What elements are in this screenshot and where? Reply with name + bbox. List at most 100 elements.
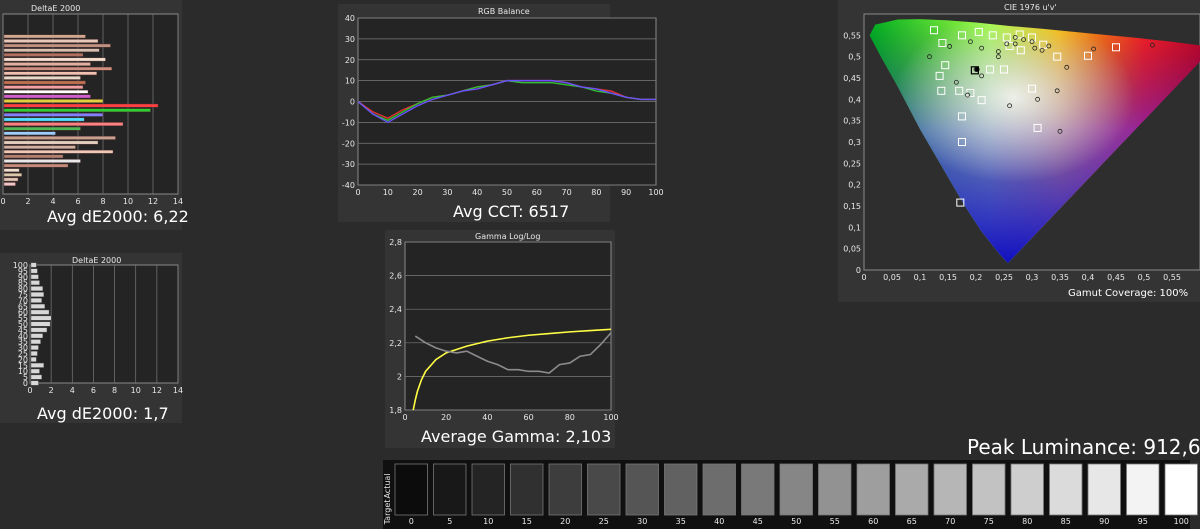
bar — [30, 374, 42, 380]
y-tick-label: 0,1 — [848, 223, 861, 232]
bar — [3, 149, 114, 154]
gamma-chart: Gamma Log/Log 1,8 2 2,2 2,4 2,6 2,8 0 20 40 60 80 10… — [389, 232, 618, 422]
bar — [30, 298, 42, 303]
bar — [30, 327, 48, 333]
ramp-label: 30 — [637, 517, 647, 526]
ramp-label: 100 — [1174, 517, 1189, 526]
ramp-swatch — [587, 463, 621, 516]
x-tick-label: 2 — [25, 197, 30, 206]
ramp-swatch — [702, 463, 736, 516]
ramp-swatch — [779, 463, 813, 516]
y-tick-label: 0,5 — [848, 53, 861, 62]
bar — [30, 315, 52, 321]
x-tick-label: 80 — [565, 413, 575, 422]
y-tick-label: 0,25 — [843, 159, 861, 168]
y-tick-label: 0,35 — [843, 117, 861, 126]
bar — [30, 339, 41, 345]
bar — [30, 380, 39, 386]
rgb-balance-caption: Avg CCT: 6517 — [453, 202, 570, 221]
bar — [3, 117, 85, 122]
chart-title: DeltaE 2000 — [72, 256, 121, 265]
bar — [3, 131, 56, 136]
x-tick-label: 4 — [50, 197, 55, 206]
bar — [30, 362, 44, 368]
ramp-swatch — [933, 463, 967, 516]
bar — [30, 280, 40, 286]
bar — [3, 43, 111, 48]
x-tick-label: 10 — [123, 197, 133, 206]
x-tick-label: 4 — [70, 386, 75, 395]
ramp-label: 90 — [1099, 517, 1109, 526]
y-tick-label: 0,45 — [843, 74, 861, 83]
grey-ramp-swatches: Actual Target 0 5 10 15 20 25 30 35 40 45 50 55 60 65 70… — [383, 463, 1198, 526]
chart-title: DeltaE 2000 — [31, 4, 80, 13]
ramp-swatch — [1010, 463, 1044, 516]
bar — [3, 182, 16, 186]
y-tick-label: 2,6 — [389, 272, 402, 281]
ramp-swatch — [818, 463, 852, 516]
x-tick-label: 0,05 — [883, 273, 901, 282]
bar — [3, 34, 86, 39]
x-tick-label: 10 — [131, 386, 141, 395]
bar — [3, 48, 100, 53]
bar — [30, 292, 44, 297]
plot-area — [404, 241, 612, 411]
bar — [3, 173, 22, 177]
ramp-swatch — [510, 463, 544, 516]
ramp-label: 70 — [945, 517, 955, 526]
y-tick-label: 2,2 — [389, 339, 402, 348]
ramp-side-label-actual: Actual — [383, 473, 392, 498]
bar — [30, 268, 38, 274]
y-tick-label: 2,8 — [389, 238, 402, 247]
bar — [3, 159, 81, 163]
bar — [30, 368, 40, 374]
y-tick-label: 30 — [345, 35, 355, 44]
ramp-label: 80 — [1022, 517, 1032, 526]
x-tick-label: 20 — [441, 413, 451, 422]
bar — [3, 89, 89, 94]
bar — [30, 303, 46, 309]
chart-title: RGB Balance — [478, 7, 530, 16]
x-tick-label: 0,3 — [1026, 273, 1039, 282]
x-tick-label: 0,45 — [1107, 273, 1125, 282]
y-tick-label: 0 — [350, 98, 355, 107]
x-tick-label: 0 — [355, 188, 360, 197]
x-tick-label: 2 — [49, 386, 54, 395]
bar — [3, 99, 104, 103]
x-tick-label: 0,2 — [970, 273, 983, 282]
rgb-balance-chart: RGB Balance -40 -30 -20 -10 0 10 20 30 40 0 10 20 30 4… — [342, 7, 664, 197]
x-tick-label: 0,35 — [1051, 273, 1069, 282]
y-tick-label: -30 — [342, 160, 355, 169]
x-tick-label: 0,55 — [1163, 273, 1181, 282]
bar — [3, 85, 84, 89]
ramp-label: 85 — [1061, 517, 1071, 526]
delta-color-chart: DeltaE 2000 0 2 4 6 8 10 12 14 — [0, 4, 183, 206]
bar — [3, 57, 106, 62]
ramp-label: 0 — [409, 517, 414, 526]
chart-title: Gamma Log/Log — [475, 232, 540, 241]
bar — [3, 177, 19, 182]
y-tick-label: 0,2 — [848, 181, 861, 190]
bar — [3, 39, 99, 43]
ramp-swatch — [741, 463, 775, 516]
peak-luminance: Peak Luminance: 912,6 — [967, 435, 1200, 459]
bar — [3, 154, 64, 159]
y-tick-label: -10 — [342, 118, 355, 127]
y-tick-label: 0,3 — [848, 138, 861, 147]
y-tick-label: 0,55 — [843, 31, 861, 40]
x-tick-label: 20 — [413, 188, 423, 197]
bar — [30, 274, 39, 280]
bar — [30, 286, 43, 292]
ramp-label: 95 — [1138, 517, 1148, 526]
y-tick-label: 0 — [856, 266, 861, 275]
ramp-label: 65 — [907, 517, 917, 526]
ramp-label: 45 — [753, 517, 763, 526]
ramp-swatch — [471, 463, 505, 516]
y-tick-label: 20 — [345, 56, 355, 65]
x-tick-label: 14 — [173, 197, 183, 206]
ramp-label: 55 — [830, 517, 840, 526]
bar — [3, 76, 81, 80]
x-tick-label: 70 — [562, 188, 572, 197]
x-tick-label: 100 — [648, 188, 663, 197]
delta-grey-caption: Avg dE2000: 1,7 — [37, 404, 169, 423]
